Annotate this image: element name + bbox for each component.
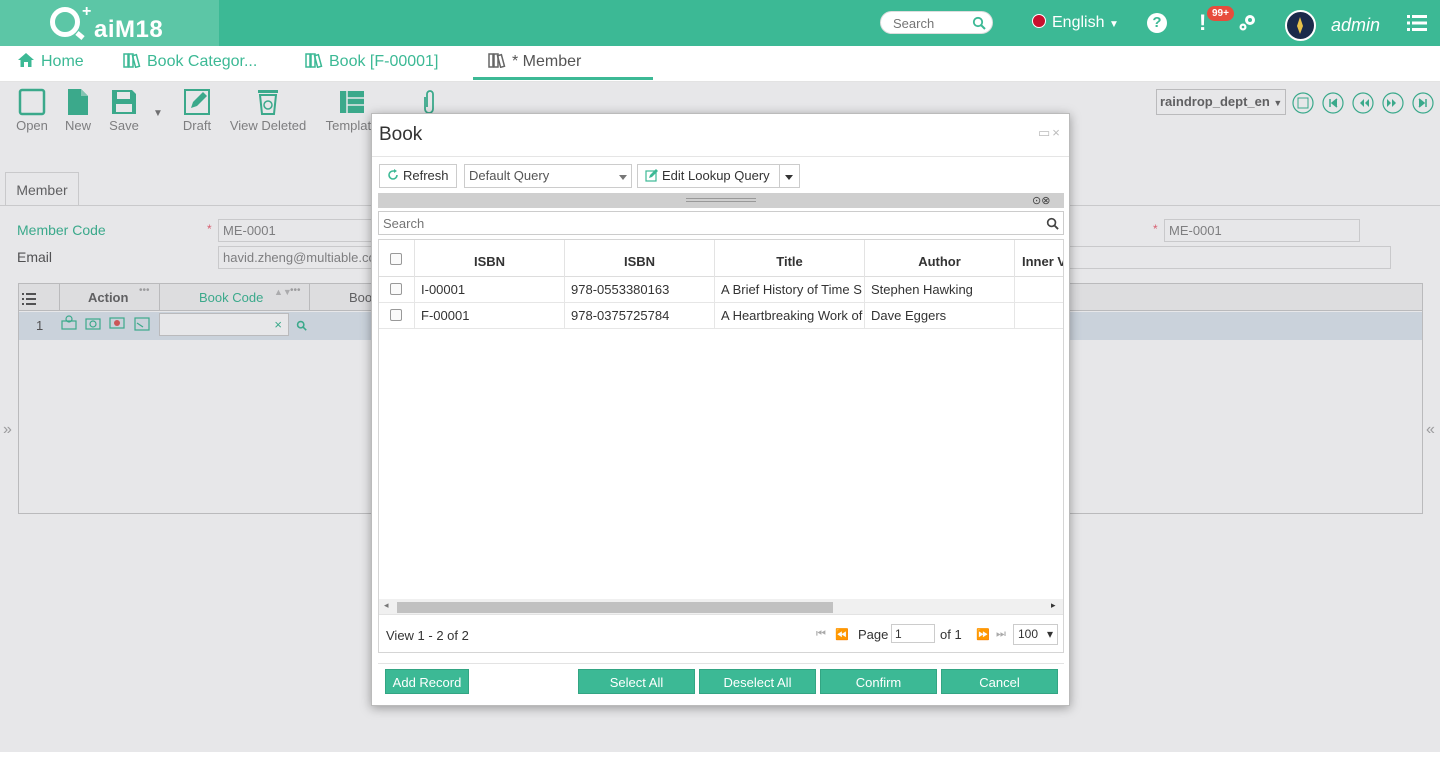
header-checkbox[interactable] [390, 253, 402, 265]
collapse-bar[interactable]: ⊙⊗ [378, 193, 1064, 208]
col-header-author[interactable]: Author [865, 240, 1015, 277]
next-page-icon[interactable]: ⏩ [976, 628, 990, 641]
select-all-header [379, 240, 415, 277]
cell-author: Dave Eggers [865, 303, 1015, 329]
drag-handle[interactable] [686, 198, 756, 202]
username[interactable]: admin [1331, 15, 1380, 36]
pager: View 1 - 2 of 2 ⏮ ⏪ Page of 1 ⏩ ⏭ 100 [379, 614, 1063, 652]
uk-flag-icon [1032, 14, 1046, 28]
cancel-button[interactable]: Cancel [941, 669, 1058, 694]
dialog-footer-divider [378, 663, 1064, 664]
scrollbar-thumb[interactable] [397, 602, 833, 613]
alert-icon[interactable]: ! [1199, 10, 1206, 36]
query-select[interactable]: Default Query [464, 164, 632, 188]
refresh-button[interactable]: Refresh [379, 164, 457, 188]
page-label: Page [858, 627, 889, 642]
page-size-select[interactable]: 100 [1013, 624, 1058, 645]
select-all-button[interactable]: Select All [578, 669, 695, 694]
cell-inner [1015, 277, 1063, 303]
cell-isbn: 978-0375725784 [565, 303, 715, 329]
col-header-isbn[interactable]: ISBN [565, 240, 715, 277]
tab-label: * Member [512, 53, 582, 70]
last-page-icon[interactable]: ⏭ [996, 628, 1006, 641]
edit-query-label: Edit Lookup Query [662, 168, 770, 183]
page-total: of 1 [940, 627, 962, 642]
table-row[interactable]: I-00001 978-0553380163 A Brief History o… [379, 277, 1063, 303]
book-table: ISBN ISBN Title Author Inner V I-00001 9… [378, 239, 1064, 653]
gear-icon[interactable] [1238, 12, 1258, 32]
books-icon [123, 53, 141, 68]
logo-mark [50, 7, 80, 37]
help-icon[interactable]: ? [1147, 13, 1167, 33]
tab-book[interactable]: Book [F-00001] [305, 52, 438, 71]
cell-isbn: 978-0553380163 [565, 277, 715, 303]
logo-text: aiM18 [94, 16, 164, 43]
active-tab-indicator [473, 77, 653, 80]
refresh-icon [388, 169, 398, 180]
dialog-title: Book [379, 124, 423, 145]
horizontal-scrollbar[interactable]: ◂ ▸ [379, 599, 1063, 614]
tab-label: Home [41, 53, 84, 70]
col-header-code[interactable]: ISBN [415, 240, 565, 277]
col-header-inner[interactable]: Inner V [1015, 240, 1063, 277]
scroll-right-icon[interactable]: ▸ [1051, 600, 1056, 611]
tab-bar: Home Book Categor... Book [F-00001] * Me… [0, 46, 1440, 115]
cell-title: A Heartbreaking Work of [715, 303, 865, 329]
global-search-input[interactable] [893, 15, 969, 31]
edit-query-dropdown[interactable] [779, 164, 800, 188]
view-count: View 1 - 2 of 2 [386, 628, 469, 643]
table-row[interactable]: F-00001 978-0375725784 A Heartbreaking W… [379, 303, 1063, 329]
tab-home[interactable]: Home [17, 52, 84, 71]
row-select-cell [379, 277, 415, 303]
add-record-button[interactable]: Add Record [385, 669, 469, 694]
logo[interactable]: + aiM18 [0, 0, 219, 46]
home-icon [18, 53, 34, 67]
notification-badge: 99+ [1207, 6, 1234, 21]
books-icon [305, 53, 323, 68]
top-bar: + aiM18 English ▼ ? ! 99+ admin [0, 0, 1440, 46]
cell-code: F-00001 [415, 303, 565, 329]
tab-book-category[interactable]: Book Categor... [123, 52, 257, 71]
tab-label: Book [F-00001] [329, 53, 439, 70]
dialog-search[interactable] [378, 211, 1064, 235]
refresh-label: Refresh [403, 168, 449, 183]
col-header-title[interactable]: Title [715, 240, 865, 277]
confirm-button[interactable]: Confirm [820, 669, 937, 694]
logo-spark-icon: + [82, 3, 92, 20]
edit-icon [645, 169, 658, 182]
scroll-left-icon[interactable]: ◂ [384, 600, 389, 611]
page-input[interactable] [891, 624, 935, 643]
query-select-value: Default Query [469, 168, 550, 183]
collapse-toggle-icons[interactable]: ⊙⊗ [1032, 194, 1050, 207]
search-icon[interactable] [1046, 217, 1059, 230]
language-selector[interactable]: English ▼ [1032, 14, 1119, 32]
deselect-all-button[interactable]: Deselect All [699, 669, 816, 694]
row-checkbox[interactable] [390, 283, 402, 295]
book-lookup-dialog: Book ▭× Refresh Default Query Edit Looku… [371, 113, 1070, 706]
cell-code: I-00001 [415, 277, 565, 303]
cell-title: A Brief History of Time S [715, 277, 865, 303]
language-label: English [1052, 14, 1105, 31]
dialog-search-input[interactable] [383, 215, 1023, 231]
cell-inner [1015, 303, 1063, 329]
menu-icon[interactable] [1407, 14, 1427, 32]
avatar[interactable] [1285, 10, 1316, 41]
global-search[interactable] [880, 11, 993, 34]
tab-label: Book Categor... [147, 53, 258, 70]
search-icon[interactable] [972, 16, 986, 30]
first-page-icon[interactable]: ⏮ [816, 628, 826, 641]
dialog-divider [372, 156, 1069, 157]
books-icon [488, 53, 506, 68]
prev-page-icon[interactable]: ⏪ [835, 628, 849, 641]
row-checkbox[interactable] [390, 309, 402, 321]
row-select-cell [379, 303, 415, 329]
edit-lookup-query-button[interactable]: Edit Lookup Query [637, 164, 800, 188]
dialog-window-controls[interactable]: ▭× [1038, 125, 1062, 141]
tab-member[interactable]: * Member [488, 52, 581, 71]
cell-author: Stephen Hawking [865, 277, 1015, 303]
table-header: ISBN ISBN Title Author Inner V [379, 240, 1063, 277]
chevron-down-icon: ▼ [1108, 19, 1119, 30]
footer-strip [0, 752, 1440, 757]
